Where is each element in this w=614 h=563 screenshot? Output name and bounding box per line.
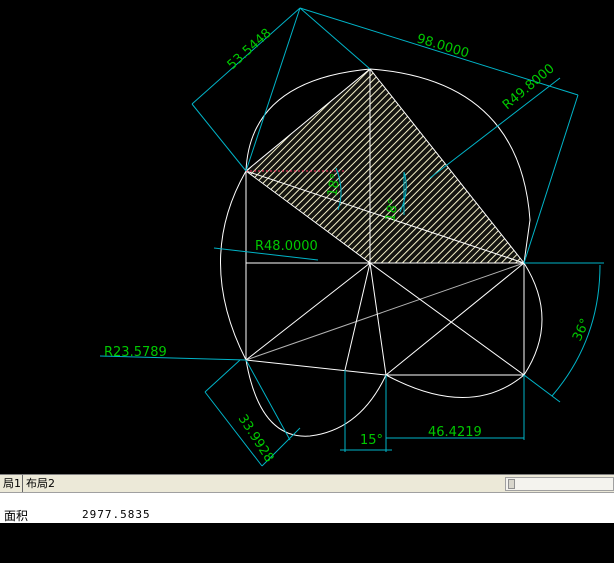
hatched-triangle[interactable] — [245, 68, 526, 264]
tab-layout2[interactable]: 布局2 — [22, 475, 58, 492]
dim-r49-8000: R49.8000 — [500, 61, 558, 113]
dim-r48-0000: R48.0000 — [255, 239, 318, 254]
horizontal-scrollbar[interactable] — [505, 477, 614, 491]
dim-r23-5789: R23.5789 — [104, 345, 167, 360]
dim-98-0000: 98.0000 — [415, 31, 471, 61]
command-value: 2977.5835 — [82, 508, 151, 521]
dim-36-deg: 36° — [570, 316, 593, 343]
command-output: 面积 2977.5835 — [0, 507, 150, 563]
arc-right — [385, 262, 543, 398]
dim-15-deg: 15° — [360, 433, 383, 448]
dim-53-5448: 53.5448 — [225, 26, 275, 73]
command-label: 面积 — [4, 509, 29, 523]
drawing-canvas[interactable]: 53.5448 98.0000 R49.8000 R48.0000 18° 18… — [0, 0, 614, 474]
command-area[interactable]: 面积 2977.5835 — [0, 492, 614, 523]
dim-46-4219: 46.4219 — [428, 425, 482, 440]
scrollbar-thumb[interactable] — [508, 479, 515, 489]
tab-layout1[interactable]: 局1 — [0, 475, 24, 492]
arc-r48 — [220, 170, 247, 361]
layout-tab-bar: 局1 布局2 — [0, 474, 614, 492]
